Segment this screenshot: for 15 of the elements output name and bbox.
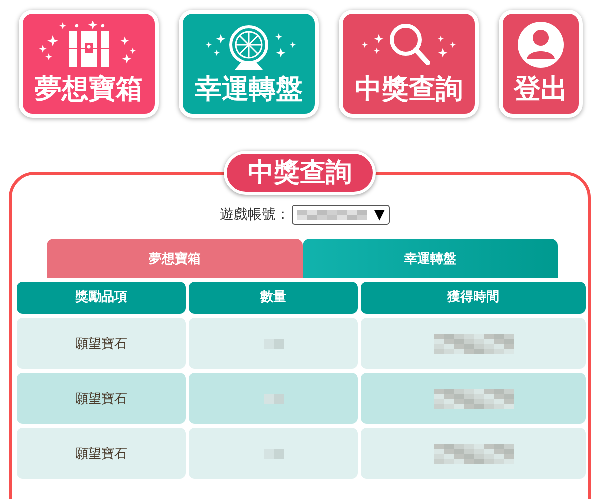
category-tab[interactable]: 幸運轉盤	[302, 239, 558, 278]
pixelated-mark	[264, 338, 284, 348]
panel-title: 中獎查詢	[224, 151, 376, 195]
column-header: 獎勵品項	[17, 282, 186, 314]
table-cell: 願望寶石	[17, 318, 186, 369]
column-header: 數量	[189, 282, 358, 314]
user-icon	[516, 21, 566, 71]
pixelated-mark	[264, 448, 284, 458]
category-tab[interactable]: 夢想寶箱	[47, 239, 302, 278]
account-dropdown[interactable]: ▼	[292, 205, 390, 225]
table-cell: 願望寶石	[17, 428, 186, 479]
table-cell: 願望寶石	[17, 373, 186, 424]
column-header: 獲得時間	[361, 282, 586, 314]
pixelated-mark	[297, 210, 367, 220]
account-label: 遊戲帳號：	[220, 206, 290, 224]
